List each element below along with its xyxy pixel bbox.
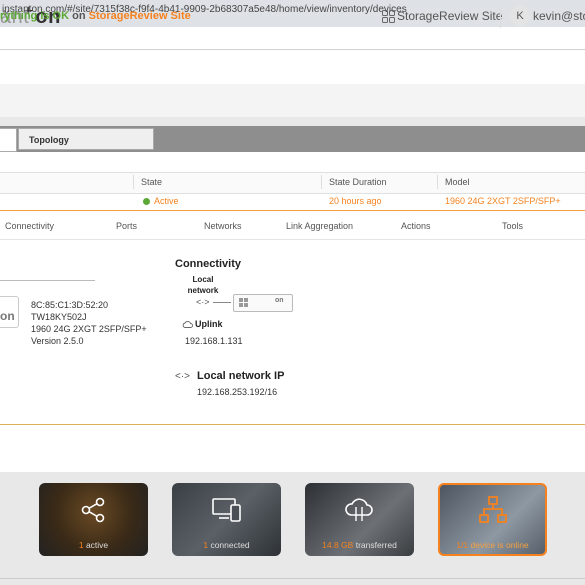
column-header-state-duration[interactable]: State Duration (329, 177, 387, 187)
column-separator (133, 175, 134, 189)
stat-suffix: connected (210, 540, 250, 550)
device-serial: TW18KY502J (31, 312, 87, 322)
tab-topology[interactable]: Topology (18, 128, 154, 150)
footer-divider (0, 578, 585, 579)
cloud-transfer-icon (345, 498, 373, 521)
tab-tools[interactable]: Tools (502, 221, 523, 231)
connection-line (213, 302, 231, 303)
column-header-model[interactable]: Model (445, 177, 470, 187)
status-site-link[interactable]: StorageReview Site (89, 10, 191, 22)
stat-count: 1 (203, 540, 209, 550)
share-icon (81, 497, 105, 523)
stat-suffix: device is online (470, 540, 529, 550)
cell-model: 1960 24G 2XGT 2SFP/SFP+ (445, 196, 561, 206)
cloud-icon (182, 321, 193, 328)
site-health-status: rything is OK on StorageReview Site (0, 10, 191, 22)
user-menu[interactable]: kevin@sto (533, 9, 585, 23)
devices-icon (212, 498, 241, 522)
device-mac: 8C:85:C1:3D:52:20 (31, 300, 109, 310)
address-bar[interactable] (0, 27, 585, 50)
tab-ports[interactable]: Ports (116, 221, 137, 231)
tab-actions[interactable]: Actions (401, 221, 431, 231)
tab-connectivity[interactable]: Connectivity (5, 221, 54, 231)
header-divider (500, 6, 501, 28)
stat-card-transferred-label: 14.8 GB transferred (305, 540, 414, 550)
switch-logo: on (275, 297, 284, 304)
local-network-ip-title: Local network IP (197, 370, 285, 382)
avatar[interactable]: K (510, 6, 530, 26)
panel-bottom-border (0, 424, 585, 425)
status-bar (0, 84, 585, 117)
uplink-ip: 192.168.1.131 (185, 336, 243, 346)
divider (0, 280, 95, 281)
cell-state: Active (154, 196, 179, 206)
switch-ports-icon (239, 298, 248, 307)
tab-networks[interactable]: Networks (204, 221, 242, 231)
device-version: Version 2.5.0 (31, 336, 84, 346)
stat-card-online-label: 1/1 device is online (438, 540, 547, 550)
stat-count: 14.8 GB (322, 540, 354, 550)
column-separator (437, 175, 438, 189)
local-network-ip-value: 192.168.253.192/16 (197, 387, 278, 397)
app-header (0, 50, 585, 84)
uplink-label: Uplink (195, 319, 223, 329)
local-network-label: Local network (187, 275, 219, 295)
network-arrows-icon: <·> (196, 297, 210, 307)
device-model: 1960 24G 2XGT 2SFP/SFP+ (31, 324, 147, 334)
stat-suffix: transferred (355, 540, 397, 550)
status-dot-icon (143, 198, 150, 205)
column-separator (321, 175, 322, 189)
device-logo: on (0, 309, 15, 323)
tab-link-aggregation[interactable]: Link Aggregation (286, 221, 353, 231)
tab-devices[interactable] (0, 128, 17, 152)
site-grid-icon (382, 10, 395, 23)
stat-suffix: active (85, 540, 109, 550)
site-selector[interactable]: StorageReview Site (397, 9, 502, 23)
cell-state-duration: 20 hours ago (329, 196, 382, 206)
status-on-text: on (72, 10, 86, 22)
stat-count: 1/1 (456, 540, 469, 550)
health-ok-text: rything is OK (0, 10, 70, 22)
stat-card-connected-label: 1 connected (172, 540, 281, 550)
network-topology-icon (479, 496, 507, 523)
column-header-state[interactable]: State (141, 177, 162, 187)
stat-card-active-label: 1 active (39, 540, 148, 550)
device-grid-header (0, 172, 585, 194)
connectivity-title: Connectivity (175, 258, 242, 270)
local-network-icon: <·> (175, 371, 191, 382)
stat-count: 1 (78, 540, 84, 550)
